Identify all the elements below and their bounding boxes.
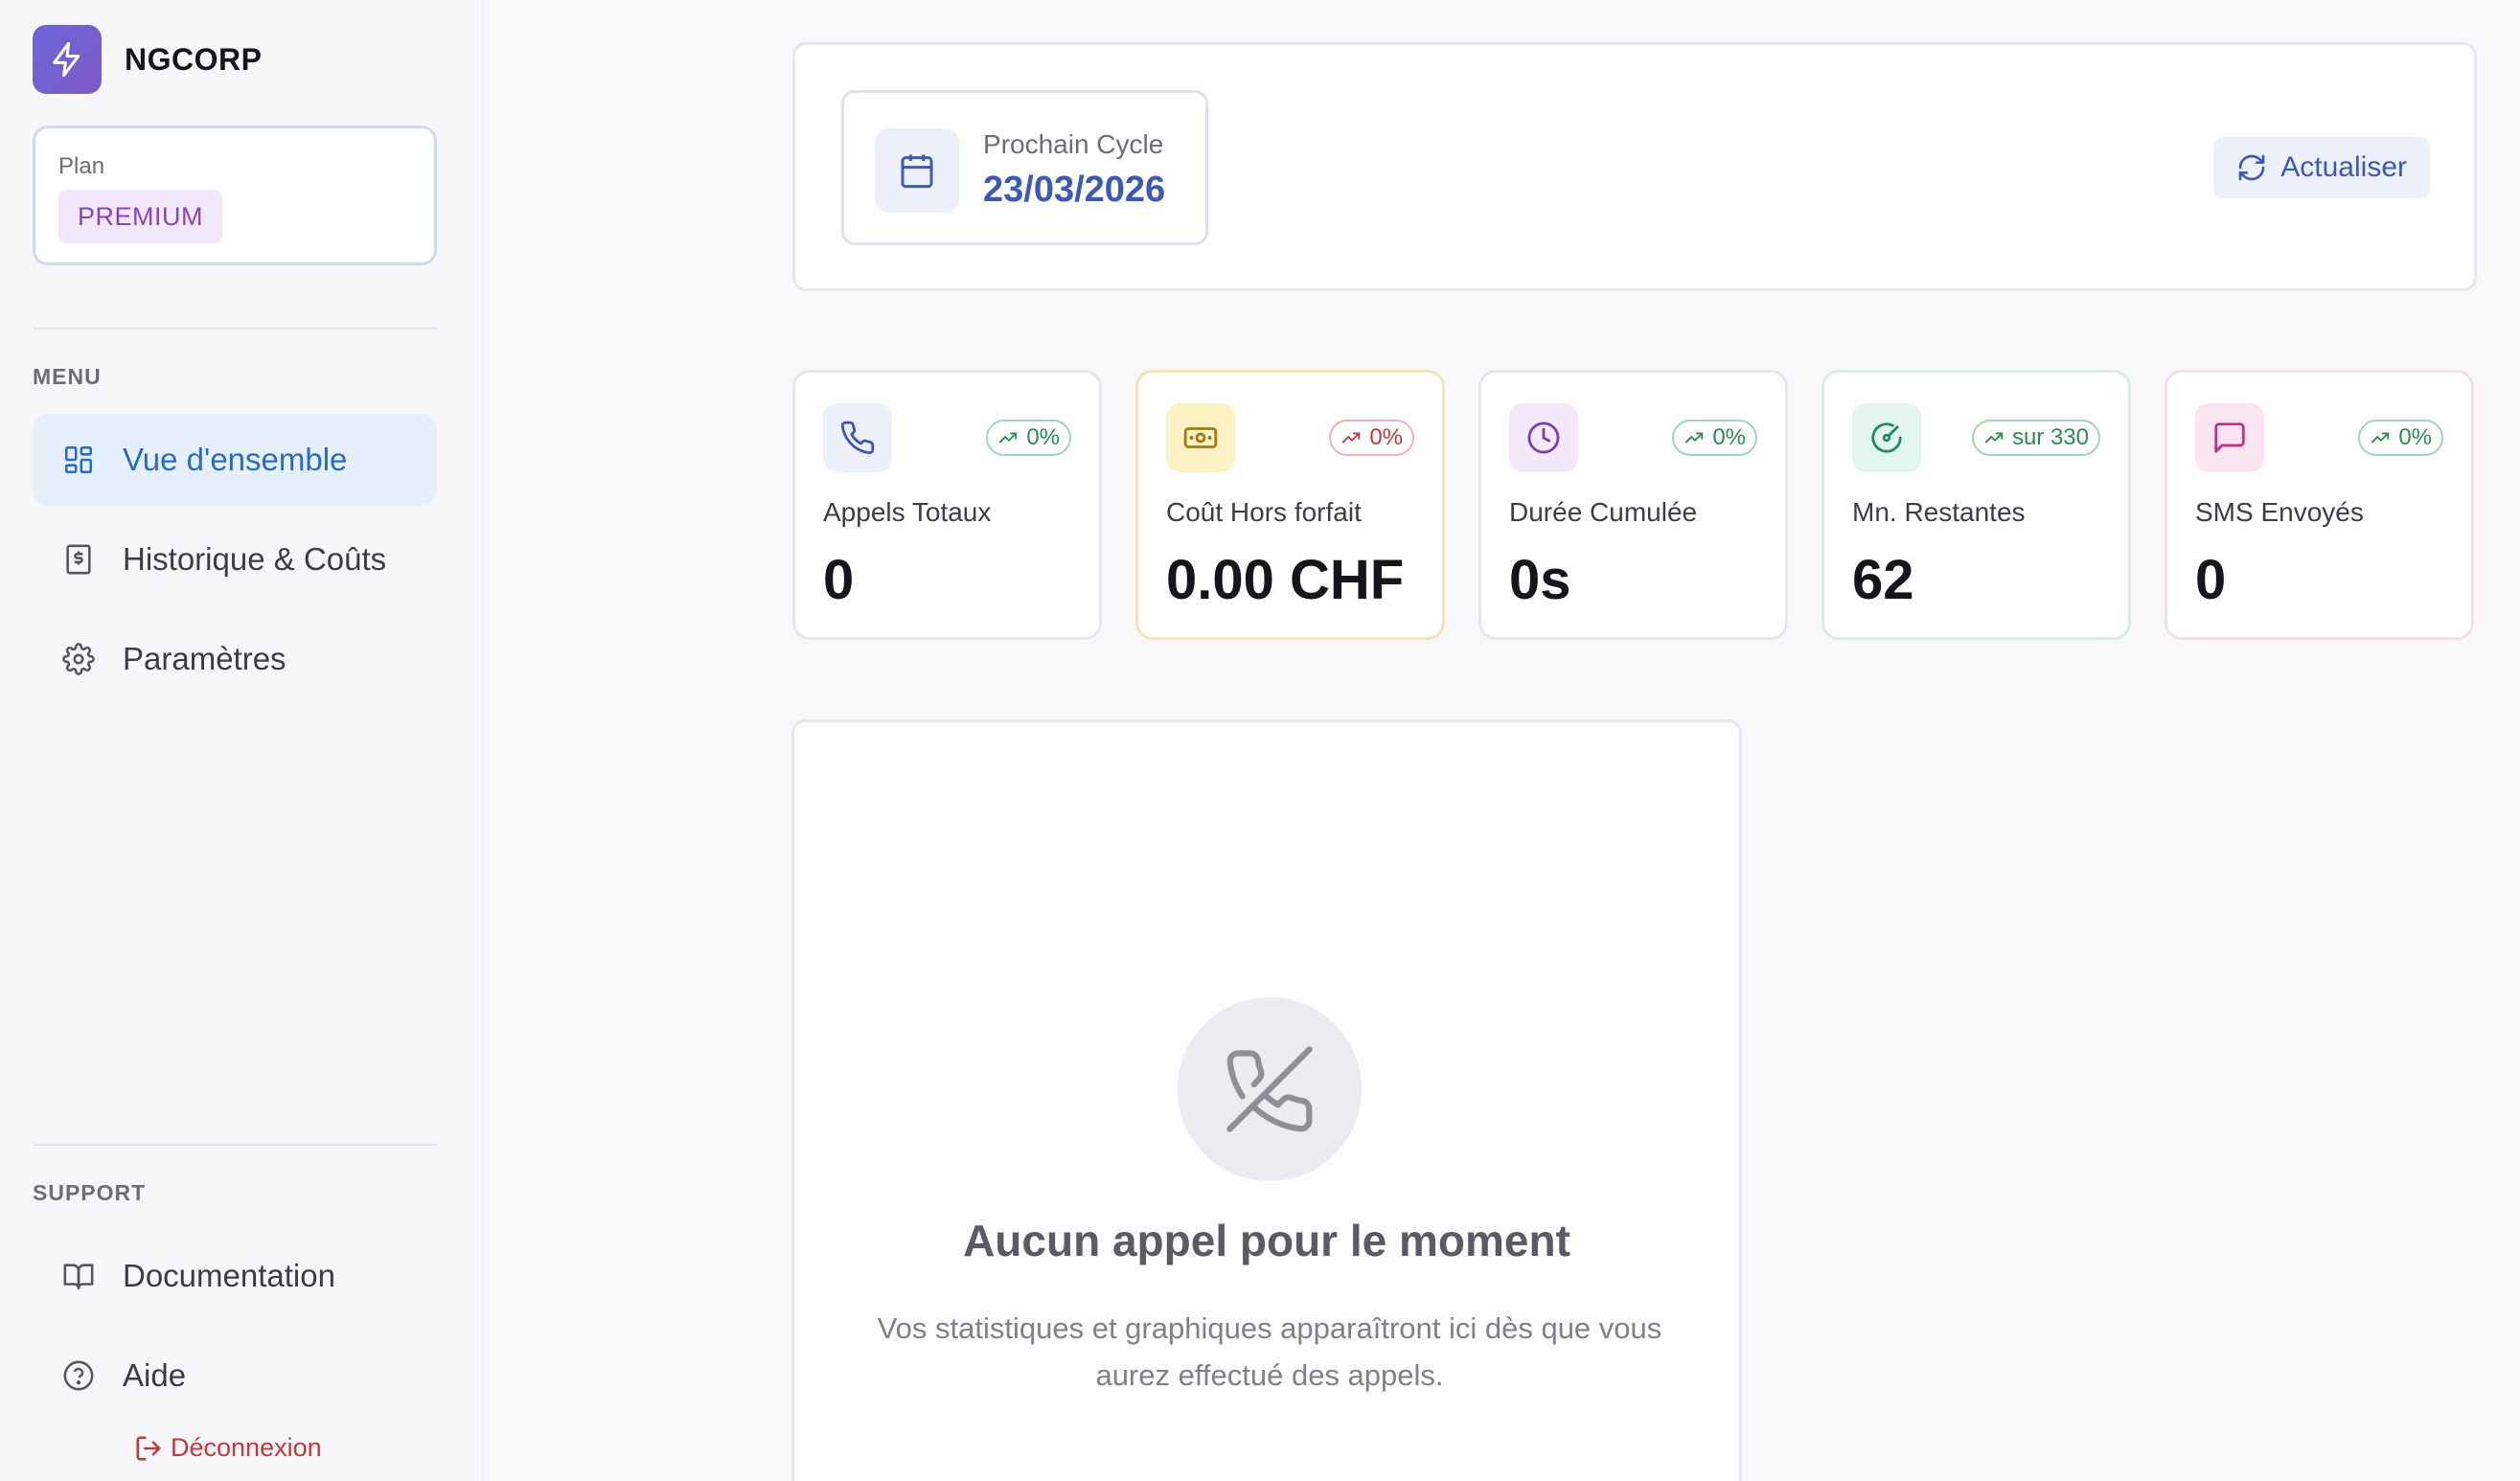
sidebar-item-overview[interactable]: Vue d'ensemble	[33, 414, 437, 506]
phone-off-icon	[1178, 997, 1362, 1181]
calendar-icon	[875, 128, 959, 213]
next-cycle-date: 23/03/2026	[983, 170, 1166, 210]
sidebar: NGCORP Plan PREMIUM MENU Vue d'ensemble …	[0, 0, 484, 1481]
trend-up-icon	[1685, 432, 1704, 444]
brand-name: NGCORP	[125, 42, 263, 77]
sidebar-item-history[interactable]: Historique & Coûts	[33, 513, 437, 605]
trend-up-icon	[999, 432, 1018, 444]
sidebar-item-label: Paramètres	[123, 641, 286, 676]
divider	[33, 328, 437, 330]
phone-icon	[823, 403, 892, 472]
sidebar-item-label: Vue d'ensemble	[123, 442, 348, 477]
gear-icon	[61, 642, 96, 676]
trend-badge-value: 0%	[1369, 424, 1403, 450]
help-circle-icon	[61, 1358, 96, 1393]
logout-icon	[136, 1436, 161, 1460]
stat-value: 0	[823, 549, 855, 611]
receipt-dollar-icon	[61, 542, 96, 577]
empty-state-text: Vos statistiques et graphiques apparaîtr…	[877, 1311, 1662, 1392]
stat-label: Coût Hors forfait	[1166, 497, 1362, 527]
stat-value: 0s	[1509, 549, 1571, 611]
divider	[33, 1144, 437, 1146]
logout-label: Déconnexion	[171, 1433, 322, 1462]
logout-button[interactable]: Déconnexion	[134, 1433, 322, 1463]
trend-badge: 0%	[1672, 420, 1757, 456]
menu-section-title: MENU	[33, 364, 102, 389]
stat-label: Appels Totaux	[823, 497, 992, 527]
plan-card: Plan PREMIUM	[33, 125, 437, 265]
stat-card-overage-cost: 0% Coût Hors forfait 0.00 CHF	[1135, 370, 1445, 640]
next-cycle-label: Prochain Cycle	[983, 129, 1164, 159]
trend-up-icon	[1984, 432, 2004, 444]
refresh-label: Actualiser	[2280, 151, 2407, 183]
trend-up-icon	[1342, 432, 1361, 444]
cycle-header-card: Prochain Cycle 23/03/2026 Actualiser	[792, 42, 2477, 291]
sidebar-item-settings[interactable]: Paramètres	[33, 613, 437, 705]
gauge-icon	[1852, 403, 1921, 472]
support-section-title: SUPPORT	[33, 1180, 147, 1205]
trend-badge-value: 0%	[2398, 424, 2432, 450]
trend-badge: sur 330	[1971, 420, 2100, 456]
empty-state-title: Aucun appel pour le moment	[963, 1216, 1570, 1265]
stat-card-total-calls: 0% Appels Totaux 0	[792, 370, 1102, 640]
sidebar-item-help[interactable]: Aide	[33, 1330, 437, 1422]
trend-badge-value: 0%	[1026, 424, 1060, 450]
sidebar-item-label: Aide	[123, 1357, 187, 1393]
stat-card-sms-sent: 0% SMS Envoyés 0	[2165, 370, 2474, 640]
trend-badge-value: sur 330	[2011, 424, 2089, 450]
stat-card-cumulative-duration: 0% Durée Cumulée 0s	[1478, 370, 1788, 640]
banknote-icon	[1166, 403, 1235, 472]
refresh-icon	[2238, 154, 2265, 181]
sidebar-item-documentation[interactable]: Documentation	[33, 1230, 437, 1322]
stat-label: Durée Cumulée	[1509, 497, 1698, 527]
plan-label: Plan	[58, 153, 105, 179]
empty-state-card: Aucun appel pour le moment Vos statistiq…	[791, 719, 1742, 1481]
message-icon	[2195, 403, 2264, 472]
logo[interactable]	[33, 25, 102, 94]
stat-label: SMS Envoyés	[2195, 497, 2364, 527]
stat-value: 0.00 CHF	[1166, 549, 1405, 611]
stat-label: Mn. Restantes	[1852, 497, 2026, 527]
stat-card-remaining-minutes: sur 330 Mn. Restantes 62	[1821, 370, 2131, 640]
next-cycle-box: Prochain Cycle 23/03/2026	[841, 90, 1208, 245]
clock-icon	[1509, 403, 1578, 472]
book-icon	[61, 1259, 96, 1293]
sidebar-item-label: Historique & Coûts	[123, 541, 387, 577]
grid-icon	[61, 443, 96, 477]
plan-badge: PREMIUM	[58, 190, 222, 243]
stat-value: 62	[1852, 549, 1914, 611]
sidebar-item-label: Documentation	[123, 1258, 335, 1293]
trend-badge: 0%	[1329, 420, 1414, 456]
trend-badge: 0%	[986, 420, 1071, 456]
refresh-button[interactable]: Actualiser	[2213, 137, 2430, 198]
trend-badge-value: 0%	[1712, 424, 1746, 450]
lightning-icon	[53, 41, 80, 78]
trend-badge: 0%	[2358, 420, 2443, 456]
stat-value: 0	[2195, 549, 2227, 611]
trend-up-icon	[2371, 432, 2390, 444]
